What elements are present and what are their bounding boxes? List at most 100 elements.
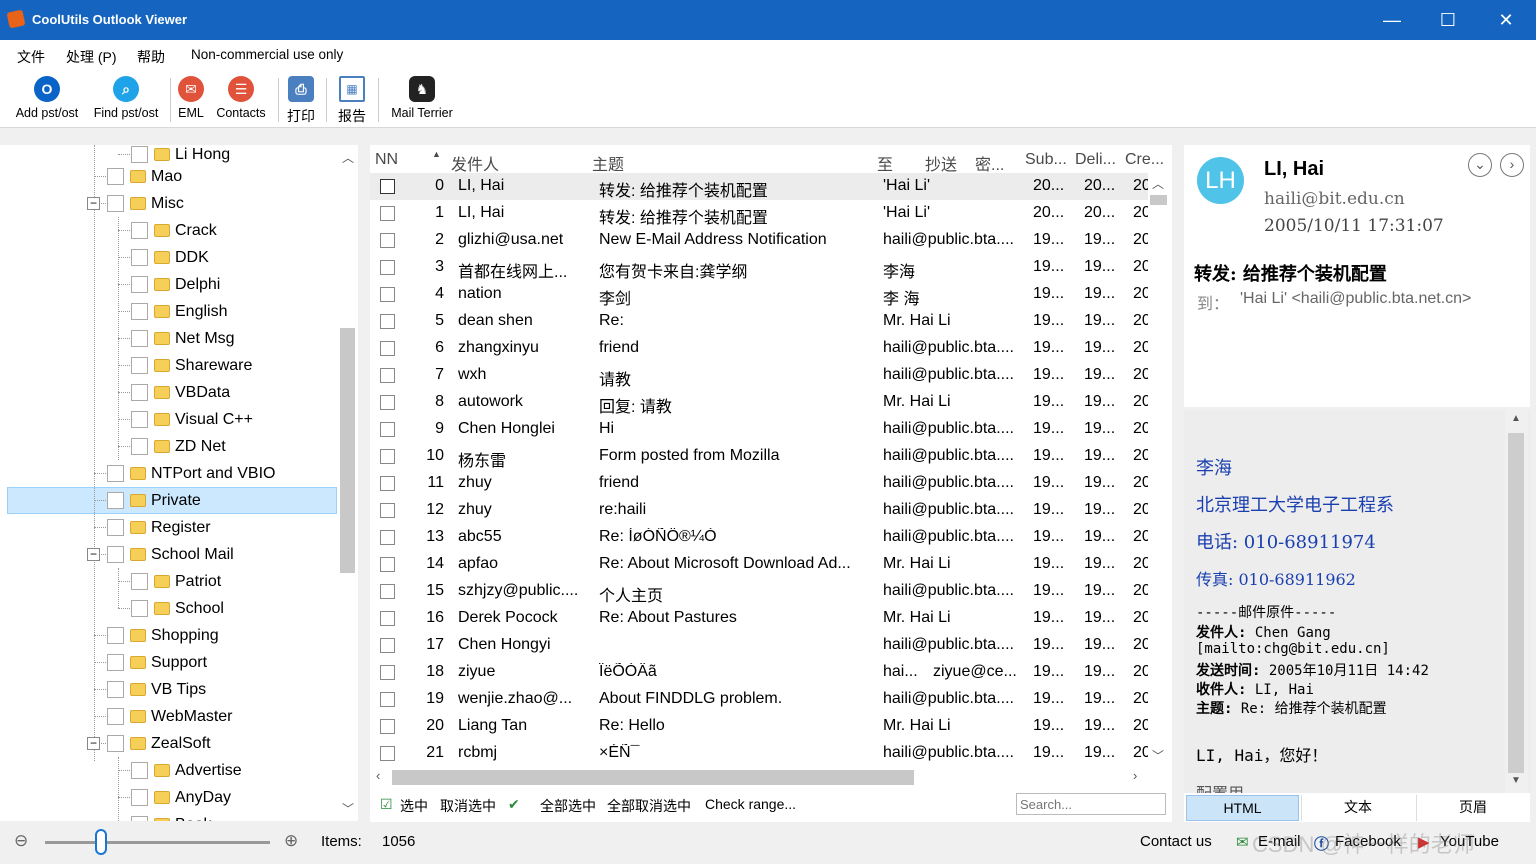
deselect-button[interactable]: 取消选中: [440, 796, 496, 816]
list-vscroll-thumb[interactable]: [1150, 195, 1167, 205]
tree-checkbox[interactable]: [107, 546, 124, 563]
tree-checkbox[interactable]: [131, 303, 148, 320]
scroll-up-icon[interactable]: ︿: [1152, 175, 1164, 192]
tree-item[interactable]: Support: [0, 649, 336, 676]
tree-item[interactable]: Advertise: [0, 757, 336, 784]
tree-checkbox[interactable]: [107, 465, 124, 482]
message-row[interactable]: 6 zhangxinyu friend haili@public.bta.... 19.…: [370, 335, 1150, 362]
row-checkbox[interactable]: [380, 611, 395, 626]
tree-checkbox[interactable]: [131, 816, 148, 821]
tree-item[interactable]: Delphi: [0, 271, 336, 298]
tree-checkbox[interactable]: [107, 681, 124, 698]
add-pst-button[interactable]: O Add pst/ost: [12, 76, 82, 120]
tree-item[interactable]: AnyDay: [0, 784, 336, 811]
scroll-left-icon[interactable]: ‹: [376, 768, 380, 783]
scroll-down-icon[interactable]: ﹀: [342, 800, 354, 817]
col-bcc[interactable]: 密...: [975, 151, 1004, 175]
tree-item[interactable]: Shopping: [0, 622, 336, 649]
tree-item[interactable]: VBData: [0, 379, 336, 406]
find-pst-button[interactable]: ⌕ Find pst/ost: [90, 76, 162, 120]
menu-process[interactable]: 处理 (P): [66, 47, 117, 67]
message-row[interactable]: 2 glizhi@usa.net New E-Mail Address Notifi…: [370, 227, 1150, 254]
zoom-slider-thumb[interactable]: [95, 829, 107, 855]
collapse-toggle[interactable]: −: [87, 548, 100, 561]
row-checkbox[interactable]: [380, 314, 395, 329]
row-checkbox[interactable]: [380, 719, 395, 734]
maximize-button[interactable]: ☐: [1420, 0, 1476, 40]
col-cc[interactable]: 抄送: [925, 151, 957, 175]
tree-scrollbar[interactable]: ︿ ﹀: [338, 145, 358, 821]
tree-item[interactable]: Private: [0, 487, 336, 514]
tree-checkbox[interactable]: [131, 330, 148, 347]
message-row[interactable]: 10 杨东雷 Form posted from Mozilla haili@publi…: [370, 443, 1150, 470]
row-checkbox[interactable]: [380, 557, 395, 572]
tree-checkbox[interactable]: [131, 357, 148, 374]
tree-item[interactable]: Register: [0, 514, 336, 541]
row-checkbox[interactable]: [380, 638, 395, 653]
tree-item[interactable]: School: [0, 595, 336, 622]
tree-checkbox[interactable]: [131, 600, 148, 617]
message-row[interactable]: 7 wxh 请教 haili@public.bta.... 19... 19... 20: [370, 362, 1150, 389]
mail-terrier-button[interactable]: ♞ Mail Terrier: [386, 76, 458, 120]
chevron-right-icon[interactable]: ›: [1500, 153, 1524, 177]
tree-checkbox[interactable]: [107, 627, 124, 644]
tree-item[interactable]: VB Tips: [0, 676, 336, 703]
tree-item[interactable]: WebMaster: [0, 703, 336, 730]
tree-item[interactable]: Visual C++: [0, 406, 336, 433]
col-subject[interactable]: 主题: [592, 151, 624, 175]
message-row[interactable]: 5 dean shen Re: Mr. Hai Li 19... 19... 20: [370, 308, 1150, 335]
message-row[interactable]: 15 szhjzy@public.... 个人主页 haili@public.bta.…: [370, 578, 1150, 605]
tree-item[interactable]: − ZealSoft: [0, 730, 336, 757]
contact-us-link[interactable]: Contact us: [1140, 833, 1212, 850]
tree-item[interactable]: − Misc: [0, 190, 336, 217]
row-checkbox[interactable]: [380, 395, 395, 410]
report-button[interactable]: ▦ 报告: [334, 76, 370, 126]
print-button[interactable]: ⎙ 打印: [284, 76, 318, 126]
message-row[interactable]: 0 LI, Hai 转发: 给推荐个装机配置 'Hai Li' 20... 20... 20: [370, 173, 1150, 200]
row-checkbox[interactable]: [380, 746, 395, 761]
list-hscrollbar[interactable]: ‹ ›: [370, 767, 1172, 787]
row-checkbox[interactable]: [380, 206, 395, 221]
contacts-button[interactable]: ☰ Contacts: [214, 76, 268, 120]
eml-button[interactable]: ✉ EML: [176, 76, 206, 120]
message-row[interactable]: 14 apfao Re: About Microsoft Download Ad..…: [370, 551, 1150, 578]
message-row[interactable]: 16 Derek Pocock Re: About Pastures Mr. Hai …: [370, 605, 1150, 632]
col-to[interactable]: 至: [877, 151, 893, 175]
tree-checkbox[interactable]: [131, 384, 148, 401]
select-all-button[interactable]: 全部选中: [540, 796, 596, 816]
row-checkbox[interactable]: [380, 476, 395, 491]
tree-item[interactable]: DDK: [0, 244, 336, 271]
select-button[interactable]: 选中: [400, 796, 428, 816]
tree-checkbox[interactable]: [107, 168, 124, 185]
tree-checkbox[interactable]: [107, 519, 124, 536]
row-checkbox[interactable]: [380, 179, 395, 194]
zoom-in-icon[interactable]: ⊕: [284, 831, 298, 851]
collapse-toggle[interactable]: −: [87, 197, 100, 210]
zoom-out-icon[interactable]: ⊖: [14, 831, 28, 851]
row-checkbox[interactable]: [380, 260, 395, 275]
message-row[interactable]: 20 Liang Tan Re: Hello Mr. Hai Li 19... 19...…: [370, 713, 1150, 740]
list-vscrollbar[interactable]: ︿ ﹀: [1148, 173, 1170, 767]
col-delivered[interactable]: Deli...: [1075, 151, 1116, 169]
tree-item[interactable]: Shareware: [0, 352, 336, 379]
check-range-button[interactable]: Check range...: [705, 796, 796, 812]
tree-item[interactable]: Crack: [0, 217, 336, 244]
tree-checkbox[interactable]: [131, 438, 148, 455]
row-checkbox[interactable]: [380, 422, 395, 437]
message-row[interactable]: 17 Chen Hongyi haili@public.bta.... 19... 19…: [370, 632, 1150, 659]
message-row[interactable]: 11 zhuy friend haili@public.bta.... 19... 19.…: [370, 470, 1150, 497]
tree-checkbox[interactable]: [131, 789, 148, 806]
message-row[interactable]: 3 首都在线网上... 您有贺卡来自:龚学纲 李海 19... 19... 20: [370, 254, 1150, 281]
row-checkbox[interactable]: [380, 584, 395, 599]
tree-checkbox[interactable]: [107, 654, 124, 671]
row-checkbox[interactable]: [380, 287, 395, 302]
row-checkbox[interactable]: [380, 503, 395, 518]
tree-checkbox[interactable]: [107, 708, 124, 725]
row-checkbox[interactable]: [380, 692, 395, 707]
row-checkbox[interactable]: [380, 530, 395, 545]
minimize-button[interactable]: —: [1364, 0, 1420, 40]
scroll-up-icon[interactable]: ▲: [1511, 413, 1521, 424]
message-row[interactable]: 18 ziyue ÏëÕÒÄã hai... ziyue@ce... 19... 19...…: [370, 659, 1150, 686]
close-button[interactable]: ✕: [1478, 0, 1534, 40]
menu-file[interactable]: 文件: [17, 47, 45, 67]
